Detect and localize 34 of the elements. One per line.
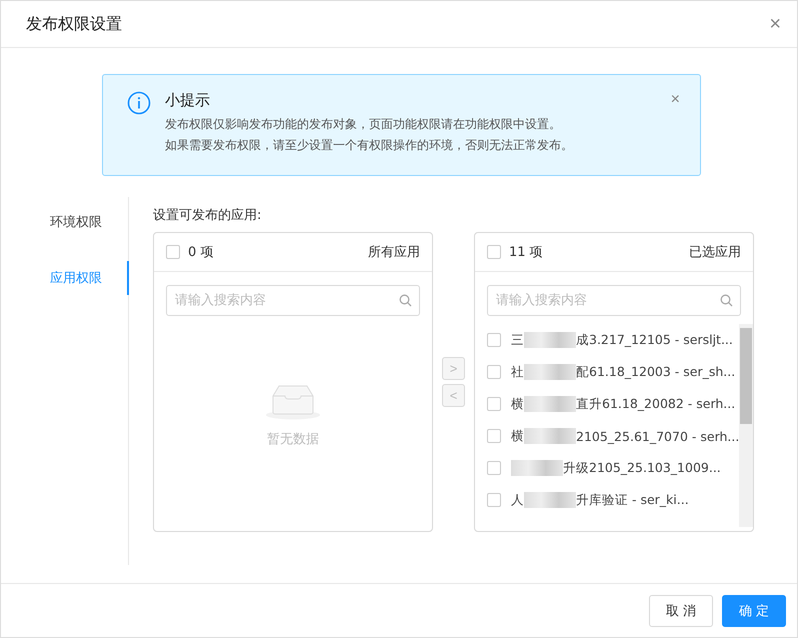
item-checkbox[interactable]: [487, 429, 501, 443]
side-tab[interactable]: 环境权限: [1, 205, 129, 239]
item-checkbox[interactable]: [487, 333, 501, 347]
info-icon: [127, 91, 151, 115]
scrollbar[interactable]: [739, 324, 753, 527]
select-all-checkbox[interactable]: [166, 245, 180, 259]
app-item[interactable]: 人 升库验证 - ser_ki...: [511, 492, 689, 508]
empty-text: 暂无数据: [267, 431, 319, 448]
search-icon: [720, 294, 733, 307]
search-field[interactable]: 请输入搜索内容: [487, 285, 741, 316]
item-checkbox[interactable]: [487, 461, 501, 475]
dialog-title: 发布权限设置: [26, 14, 122, 34]
item-checkbox[interactable]: [487, 365, 501, 379]
alert-text: 如果需要发布权限，请至少设置一个有权限操作的环境，否则无法正常发布。: [165, 137, 574, 154]
item-count: 0 项: [188, 244, 214, 261]
item-count: 11 项: [509, 244, 544, 261]
empty-inbox-icon: [265, 384, 321, 420]
app-item[interactable]: 横 2105_25.61_7070 - serh...: [511, 428, 740, 444]
panel-title: 所有应用: [368, 244, 420, 261]
alert-title: 小提示: [165, 91, 211, 110]
search-icon: [399, 294, 412, 307]
cancel-button[interactable]: 取 消: [649, 594, 713, 626]
section-label: 设置可发布的应用:: [153, 207, 262, 224]
panel-title: 已选应用: [689, 244, 741, 261]
app-item[interactable]: 三 成3.217_12105 - sersljt...: [511, 332, 733, 348]
select-all-checkbox[interactable]: [487, 245, 501, 259]
item-checkbox[interactable]: [487, 397, 501, 411]
app-item[interactable]: 升级2105_25.103_1009...: [511, 460, 721, 476]
app-item[interactable]: 横 直升61.18_20082 - serh...: [511, 396, 736, 412]
search-field[interactable]: 请输入搜索内容: [166, 285, 420, 316]
app-item[interactable]: 社 配61.18_12003 - ser_sh...: [511, 364, 736, 380]
close-button[interactable]: ×: [769, 12, 781, 36]
alert-text: 发布权限仅影响发布功能的发布对象，页面功能权限请在功能权限中设置。: [165, 116, 562, 133]
item-checkbox[interactable]: [487, 493, 501, 507]
